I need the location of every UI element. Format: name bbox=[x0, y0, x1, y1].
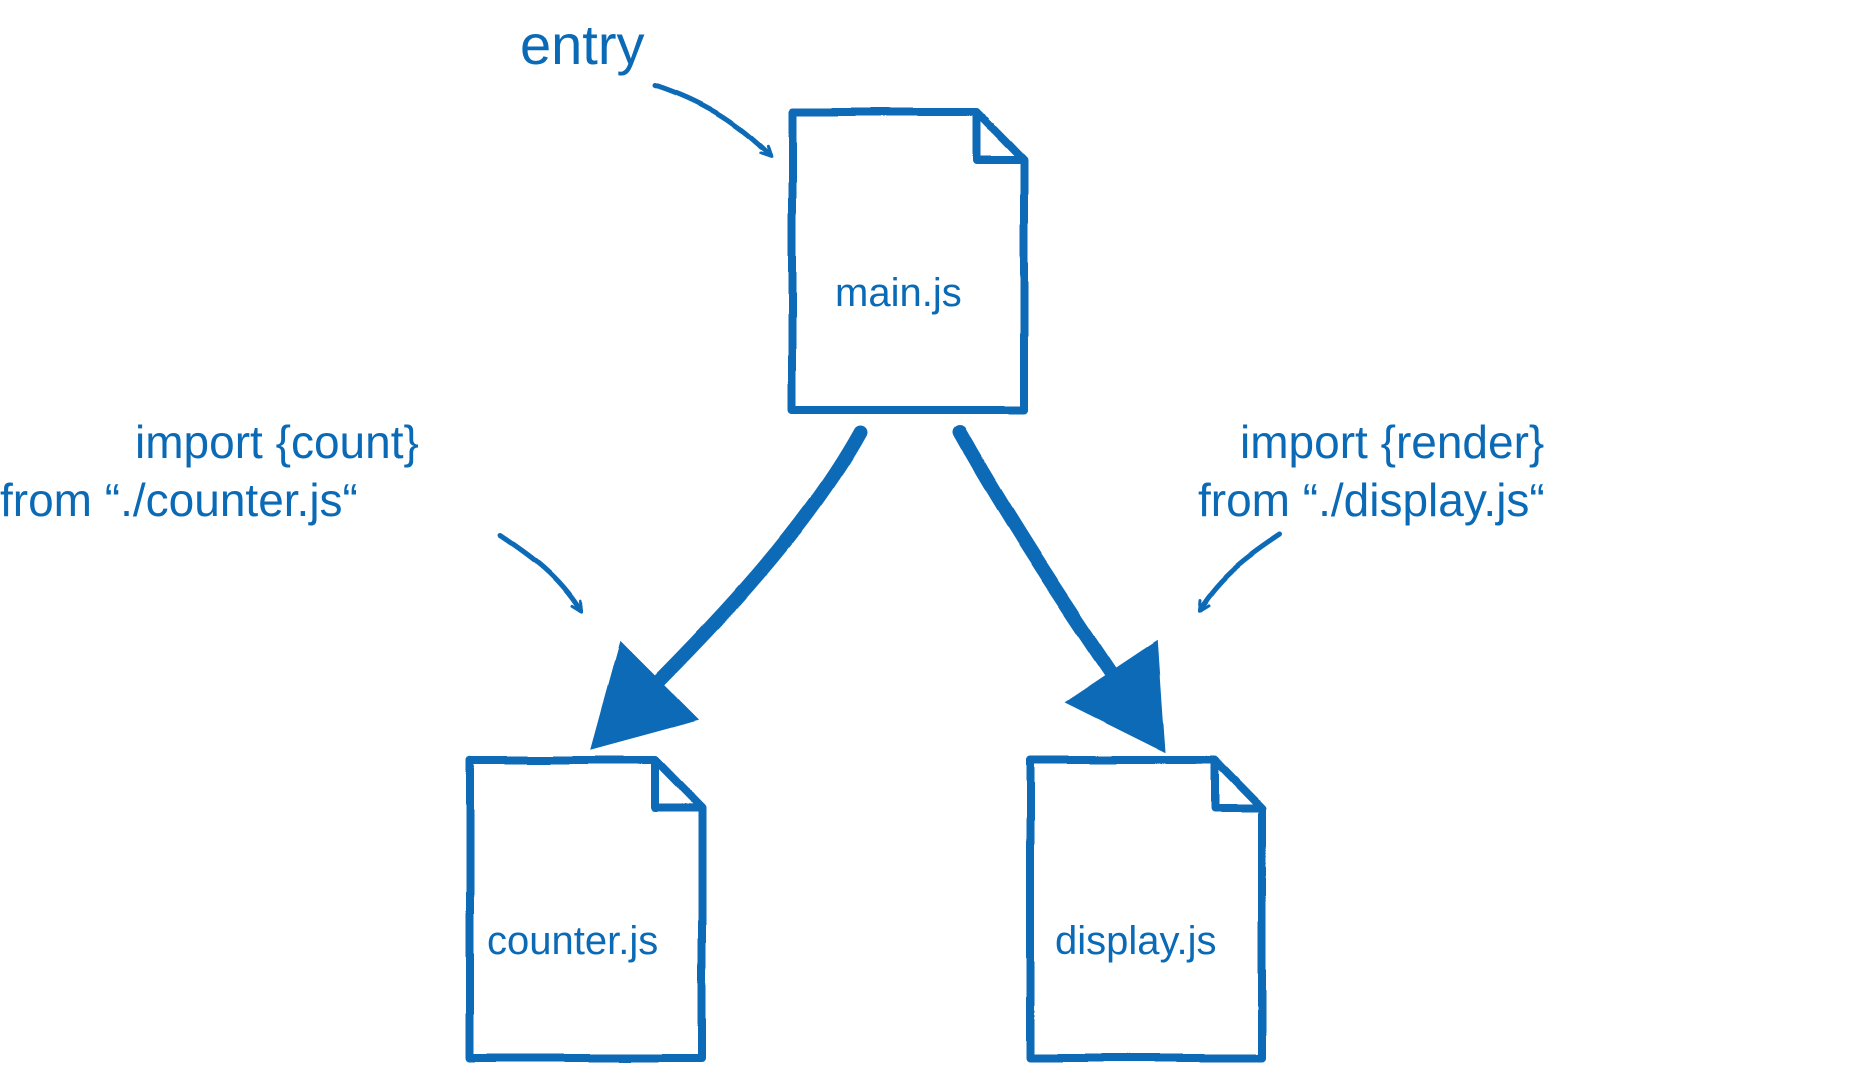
import-left-line2: from “./counter.js“ bbox=[0, 472, 358, 530]
file-main bbox=[792, 112, 1024, 410]
file-counter bbox=[470, 760, 702, 1058]
arrow-main-to-counter bbox=[610, 432, 860, 730]
arrow-main-to-display bbox=[960, 432, 1150, 730]
arrow-import-right bbox=[1200, 535, 1280, 610]
diagram-canvas bbox=[0, 0, 1861, 1082]
arrow-import-left bbox=[500, 535, 580, 610]
file-display bbox=[1030, 760, 1262, 1058]
diagram-stage: entry main.js counter.js display.js impo… bbox=[0, 0, 1861, 1082]
import-right-line2: from “./display.js“ bbox=[1198, 472, 1545, 530]
arrow-entry-to-main bbox=[655, 85, 770, 155]
file-counter-label: counter.js bbox=[487, 916, 658, 966]
import-right-line1: import {render} bbox=[1240, 414, 1544, 472]
file-main-label: main.js bbox=[835, 268, 962, 318]
file-display-label: display.js bbox=[1055, 916, 1217, 966]
entry-label: entry bbox=[520, 10, 645, 80]
import-left-line1: import {count} bbox=[135, 414, 419, 472]
